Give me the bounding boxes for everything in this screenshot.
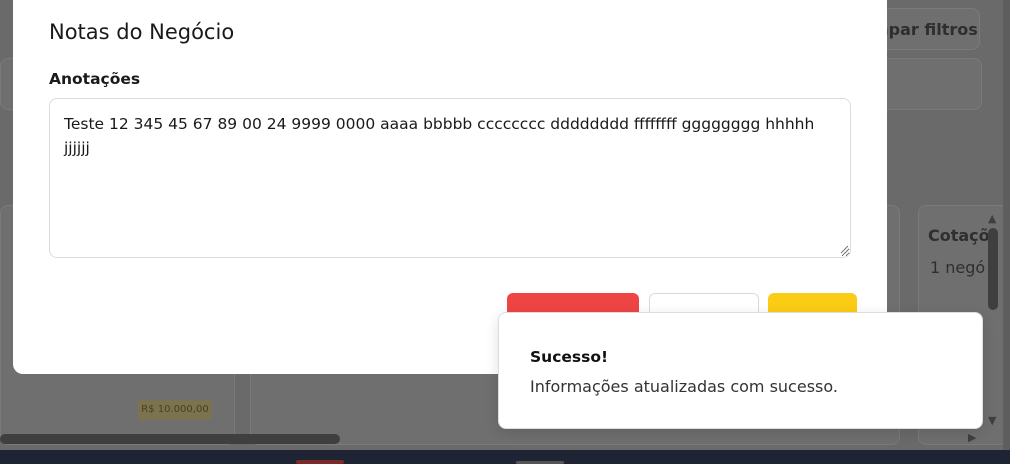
column-title: Cotaçõ xyxy=(928,226,990,245)
horizontal-scrollbar[interactable] xyxy=(0,434,340,444)
scroll-down-icon[interactable]: ▼ xyxy=(988,414,996,427)
scroll-up-icon[interactable]: ▲ xyxy=(988,212,996,225)
toast-title: Sucesso! xyxy=(530,348,609,366)
deal-price-badge: R$ 10.000,00 xyxy=(138,400,212,420)
success-toast: Sucesso! Informações atualizadas com suc… xyxy=(498,312,983,429)
resize-grip-icon[interactable] xyxy=(839,244,849,254)
notes-label: Anotações xyxy=(49,70,141,88)
toast-message: Informações atualizadas com sucesso. xyxy=(530,377,838,396)
notes-textarea[interactable]: Teste 12 345 45 67 89 00 24 9999 0000 aa… xyxy=(49,98,851,258)
clear-filters-label: mpar filtros xyxy=(872,20,978,39)
column-count: 1 negó xyxy=(930,258,986,277)
taskbar xyxy=(0,450,1010,464)
modal-title: Notas do Negócio xyxy=(49,20,235,44)
taskbar-item xyxy=(296,460,344,464)
vertical-scrollbar[interactable] xyxy=(988,228,998,310)
scroll-right-icon[interactable]: ▶ xyxy=(968,431,976,444)
